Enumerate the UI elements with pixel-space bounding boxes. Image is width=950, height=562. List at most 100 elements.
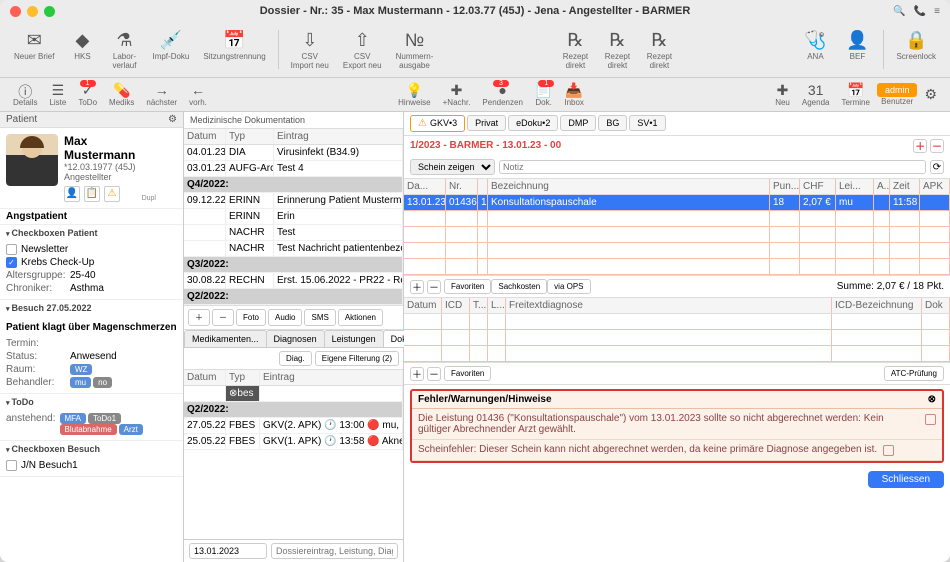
patient-name: Max Mustermann <box>64 134 136 162</box>
table-row[interactable]: 27.05.22FBESGKV(2. APK) 🕐 13:00 🔴 mu, no… <box>184 418 403 434</box>
toolbar-termine[interactable]: 📅Termine <box>836 81 874 108</box>
schein-select[interactable]: Schein zeigen <box>410 159 495 175</box>
window-title: Dossier - Nr.: 35 - Max Mustermann - 12.… <box>0 5 950 17</box>
remove-button[interactable]: － <box>930 139 944 153</box>
table-row[interactable]: 04.01.23DIAVirusinfekt (B34.9) <box>184 145 403 161</box>
toolbar--nachr-[interactable]: ✚+Nachr. <box>438 81 476 108</box>
add-diag-button[interactable]: ＋ <box>410 367 424 381</box>
btn-Aktionen[interactable]: Aktionen <box>338 309 383 326</box>
toolbar-inbox[interactable]: 📥Inbox <box>559 81 589 108</box>
refresh-icon[interactable]: ⟳ <box>930 160 944 174</box>
toolbar-primary: ✉Neuer Brief◆HKS⚗Labor- verlauf💉Impf-Dok… <box>0 22 950 78</box>
service-row[interactable]: 13.01.23014361Konsultationspauschale182,… <box>404 195 950 211</box>
close-button[interactable]: Schliessen <box>868 471 944 488</box>
toolbar-dok-[interactable]: 📄Dok. <box>530 81 557 108</box>
avatar <box>6 134 58 186</box>
toolbar-bef[interactable]: 👤BEF <box>837 26 877 64</box>
remove-service-button[interactable]: － <box>427 280 441 294</box>
menu-icon[interactable]: ≡ <box>934 6 940 17</box>
search-icon[interactable]: 🔍 <box>893 6 905 17</box>
atc-button[interactable]: ATC-Prüfung <box>884 366 944 381</box>
toolbar-ana[interactable]: 🩺ANA <box>795 26 835 64</box>
toolbar-agenda[interactable]: 31Agenda <box>797 81 835 108</box>
date-input[interactable] <box>189 543 267 559</box>
tab-BG[interactable]: BG <box>598 115 627 131</box>
table-row[interactable]: 25.05.22FBESGKV(1. APK) 🕐 13:58 🔴 Akne c… <box>184 434 403 450</box>
checkbox[interactable] <box>6 244 17 255</box>
toolbar-rezept-direkt[interactable]: ℞Rezept direkt <box>555 26 595 73</box>
titlebar: Dossier - Nr.: 35 - Max Mustermann - 12.… <box>0 0 950 22</box>
btn-＋[interactable]: ＋ <box>188 309 210 326</box>
patient-status: Angstpatient <box>0 208 183 225</box>
meddoc-panel: Medizinische Dokumentation DatumTypEintr… <box>184 112 404 562</box>
btn-Foto[interactable]: Foto <box>236 309 266 326</box>
toolbar-hks[interactable]: ◆HKS <box>62 26 102 64</box>
section-header[interactable]: Besuch 27.05.2022 <box>0 300 183 316</box>
doc-icon[interactable]: 📋 <box>84 186 100 202</box>
tab-Medikamenten...[interactable]: Medikamenten... <box>184 330 267 347</box>
section-header[interactable]: Checkboxen Besuch <box>0 441 183 457</box>
patient-birth: *12.03.1977 (45J) <box>64 162 136 172</box>
person-icon[interactable]: 👤 <box>64 186 80 202</box>
tab-⚠ GKV•3[interactable]: ⚠ GKV•3 <box>410 115 465 132</box>
toolbar-screenlock[interactable]: 🔒Screenlock <box>890 26 942 64</box>
toolbar-details[interactable]: ⓘDetails <box>8 81 42 108</box>
admin-button[interactable]: admin <box>877 83 918 97</box>
sum-label: Summe: 2,07 € / 18 Pkt. <box>837 281 944 292</box>
favoriten-button[interactable]: Favoriten <box>444 366 491 381</box>
tab-Diagnosen[interactable]: Diagnosen <box>266 330 325 347</box>
toolbar-csv-export-neu[interactable]: ⇧CSV Export neu <box>337 26 388 73</box>
tab-DMP[interactable]: DMP <box>560 115 596 131</box>
toolbar-csv-import-neu[interactable]: ⇩CSV Import neu <box>285 26 335 73</box>
toolbar-neuer-brief[interactable]: ✉Neuer Brief <box>8 26 60 64</box>
patient-role: Angestellter <box>64 172 136 182</box>
app-window: Dossier - Nr.: 35 - Max Mustermann - 12.… <box>0 0 950 562</box>
meddoc-title: Medizinische Dokumentation <box>184 112 403 129</box>
btn-－[interactable]: － <box>212 309 234 326</box>
section-header[interactable]: Checkboxen Patient <box>0 225 183 241</box>
btn-SMS[interactable]: SMS <box>304 309 335 326</box>
tab-SV•1[interactable]: SV•1 <box>629 115 665 131</box>
toolbar-neu[interactable]: ✚Neu <box>770 81 795 108</box>
btn-Audio[interactable]: Audio <box>268 309 302 326</box>
add-button[interactable]: ＋ <box>913 139 927 153</box>
table-row[interactable]: NACHRTest <box>184 225 403 241</box>
remove-diag-button[interactable]: － <box>427 367 441 381</box>
entry-input[interactable] <box>271 543 398 559</box>
gear-icon[interactable]: ⚙ <box>168 114 177 125</box>
toolbar-n-chster[interactable]: →nächster <box>141 81 182 108</box>
table-row[interactable]: 09.12.22ERINNErinnerung Patient Musterma… <box>184 193 403 209</box>
toolbar-rezept-direkt[interactable]: ℞Rezept direkt <box>597 26 637 73</box>
error-checkbox[interactable] <box>925 414 936 425</box>
toolbar-nummern-ausgabe[interactable]: №Nummern- ausgabe <box>390 26 440 73</box>
table-row[interactable]: NACHRTest Nachricht patientenbezogen <box>184 241 403 257</box>
toolbar-hinweise[interactable]: 💡Hinweise <box>393 81 435 108</box>
toolbar-pendenzen[interactable]: ●Pendenzen <box>477 81 527 108</box>
patient-panel: Patient⚙ Max Mustermann *12.03.1977 (45J… <box>0 112 184 562</box>
phone-icon[interactable]: 📞 <box>914 6 926 17</box>
toolbar-impf-doku[interactable]: 💉Impf-Doku <box>146 26 195 64</box>
table-row[interactable]: 03.01.23AUFG-ArchivTest 4 <box>184 161 403 177</box>
toolbar-vorh-[interactable]: ←vorh. <box>184 81 212 108</box>
checkbox[interactable]: ✓ <box>6 257 17 268</box>
close-errors-icon[interactable]: ⊗ <box>928 394 936 405</box>
tab-Leistungen[interactable]: Leistungen <box>324 330 384 347</box>
toolbar-labor-verlauf[interactable]: ⚗Labor- verlauf <box>104 26 144 73</box>
add-service-button[interactable]: ＋ <box>410 280 424 294</box>
checkbox[interactable] <box>6 460 17 471</box>
toolbar-[interactable]: ⚙ <box>919 85 942 103</box>
toolbar-todo[interactable]: ✓ToDo <box>73 81 102 108</box>
error-checkbox[interactable] <box>883 445 894 456</box>
table-row[interactable]: 30.08.22RECHNErst. 15.06.2022 - PR22 - R… <box>184 273 403 289</box>
section-header[interactable]: ToDo <box>0 394 183 410</box>
toolbar-mediks[interactable]: 💊Mediks <box>104 81 139 108</box>
toolbar-liste[interactable]: ☰Liste <box>44 81 71 108</box>
table-row[interactable]: ERINNErin <box>184 209 403 225</box>
tab-Privat[interactable]: Privat <box>467 115 506 131</box>
warning-icon[interactable]: ⚠ <box>104 186 120 202</box>
toolbar-sitzungstrennung[interactable]: 📅Sitzungstrennung <box>197 26 271 64</box>
tab-eDoku•2[interactable]: eDoku•2 <box>508 115 558 131</box>
notiz-input[interactable] <box>499 160 926 174</box>
toolbar-rezept-direkt[interactable]: ℞Rezept direkt <box>639 26 679 73</box>
case-header: 1/2023 - BARMER - 13.01.23 - 00 <box>410 140 561 151</box>
